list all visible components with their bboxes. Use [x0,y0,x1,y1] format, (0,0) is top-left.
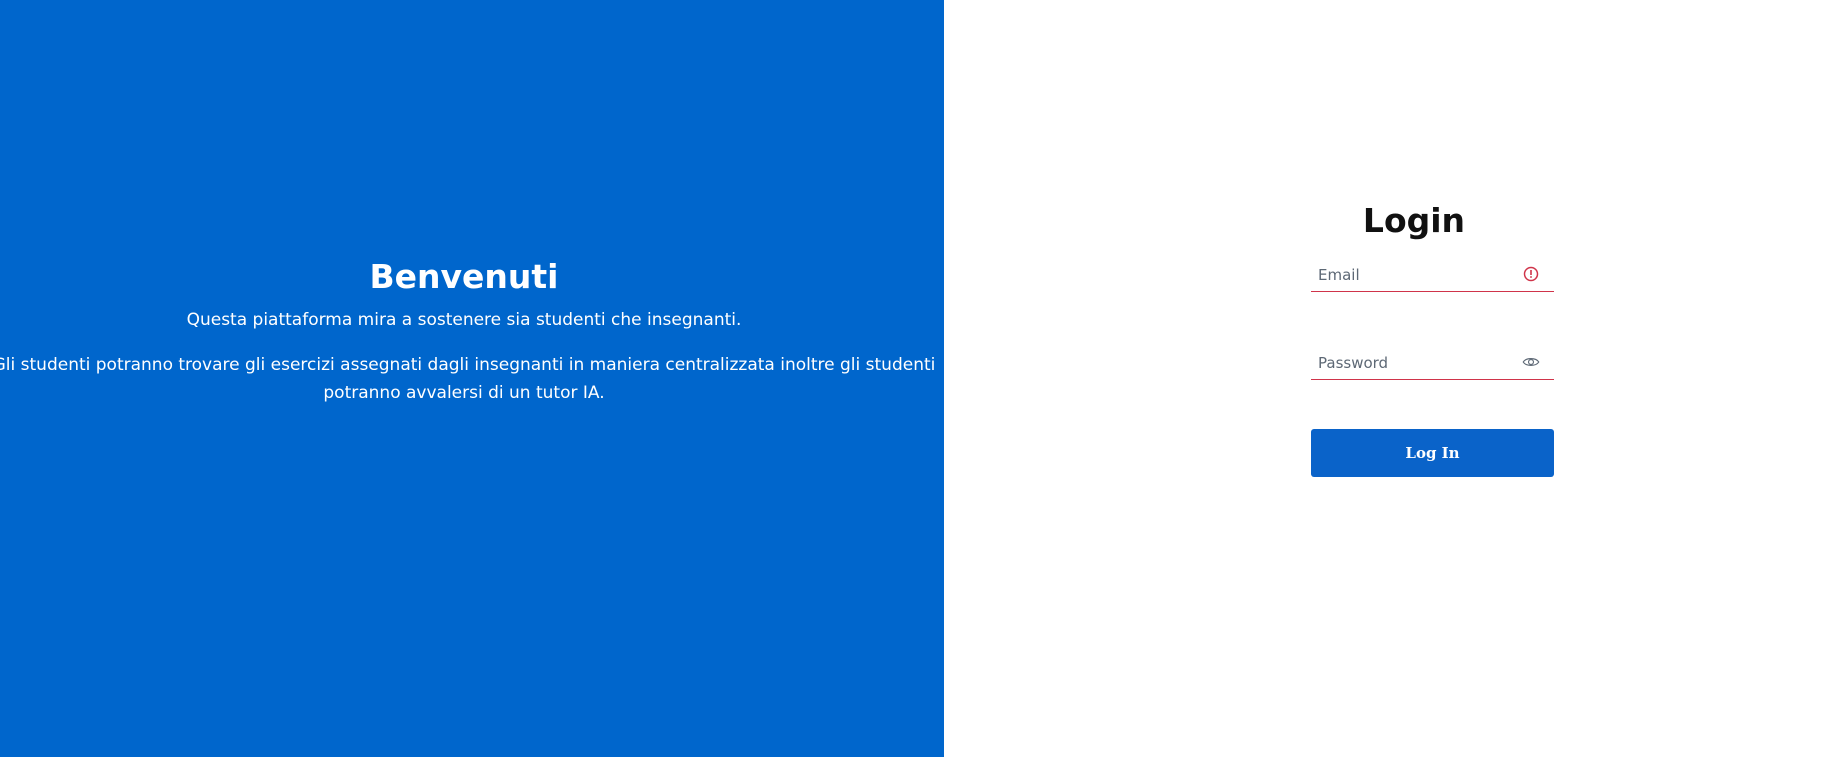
login-button[interactable]: Log In [1311,429,1554,477]
email-field [1311,260,1554,292]
eye-icon[interactable] [1522,353,1540,371]
password-input[interactable] [1311,348,1554,378]
login-page: Benvenuti Questa piattaforma mira a sost… [0,0,1838,757]
welcome-panel: Benvenuti Questa piattaforma mira a sost… [0,0,944,757]
welcome-subtitle: Questa piattaforma mira a sostenere sia … [186,310,742,330]
welcome-title: Benvenuti [369,257,559,296]
welcome-description: Gli studenti potranno trovare gli eserci… [0,355,936,403]
login-panel: Login Log In [944,0,1838,757]
error-alert-icon [1522,265,1540,283]
password-field [1311,348,1554,380]
login-title: Login [1362,201,1466,240]
email-input[interactable] [1311,260,1554,290]
